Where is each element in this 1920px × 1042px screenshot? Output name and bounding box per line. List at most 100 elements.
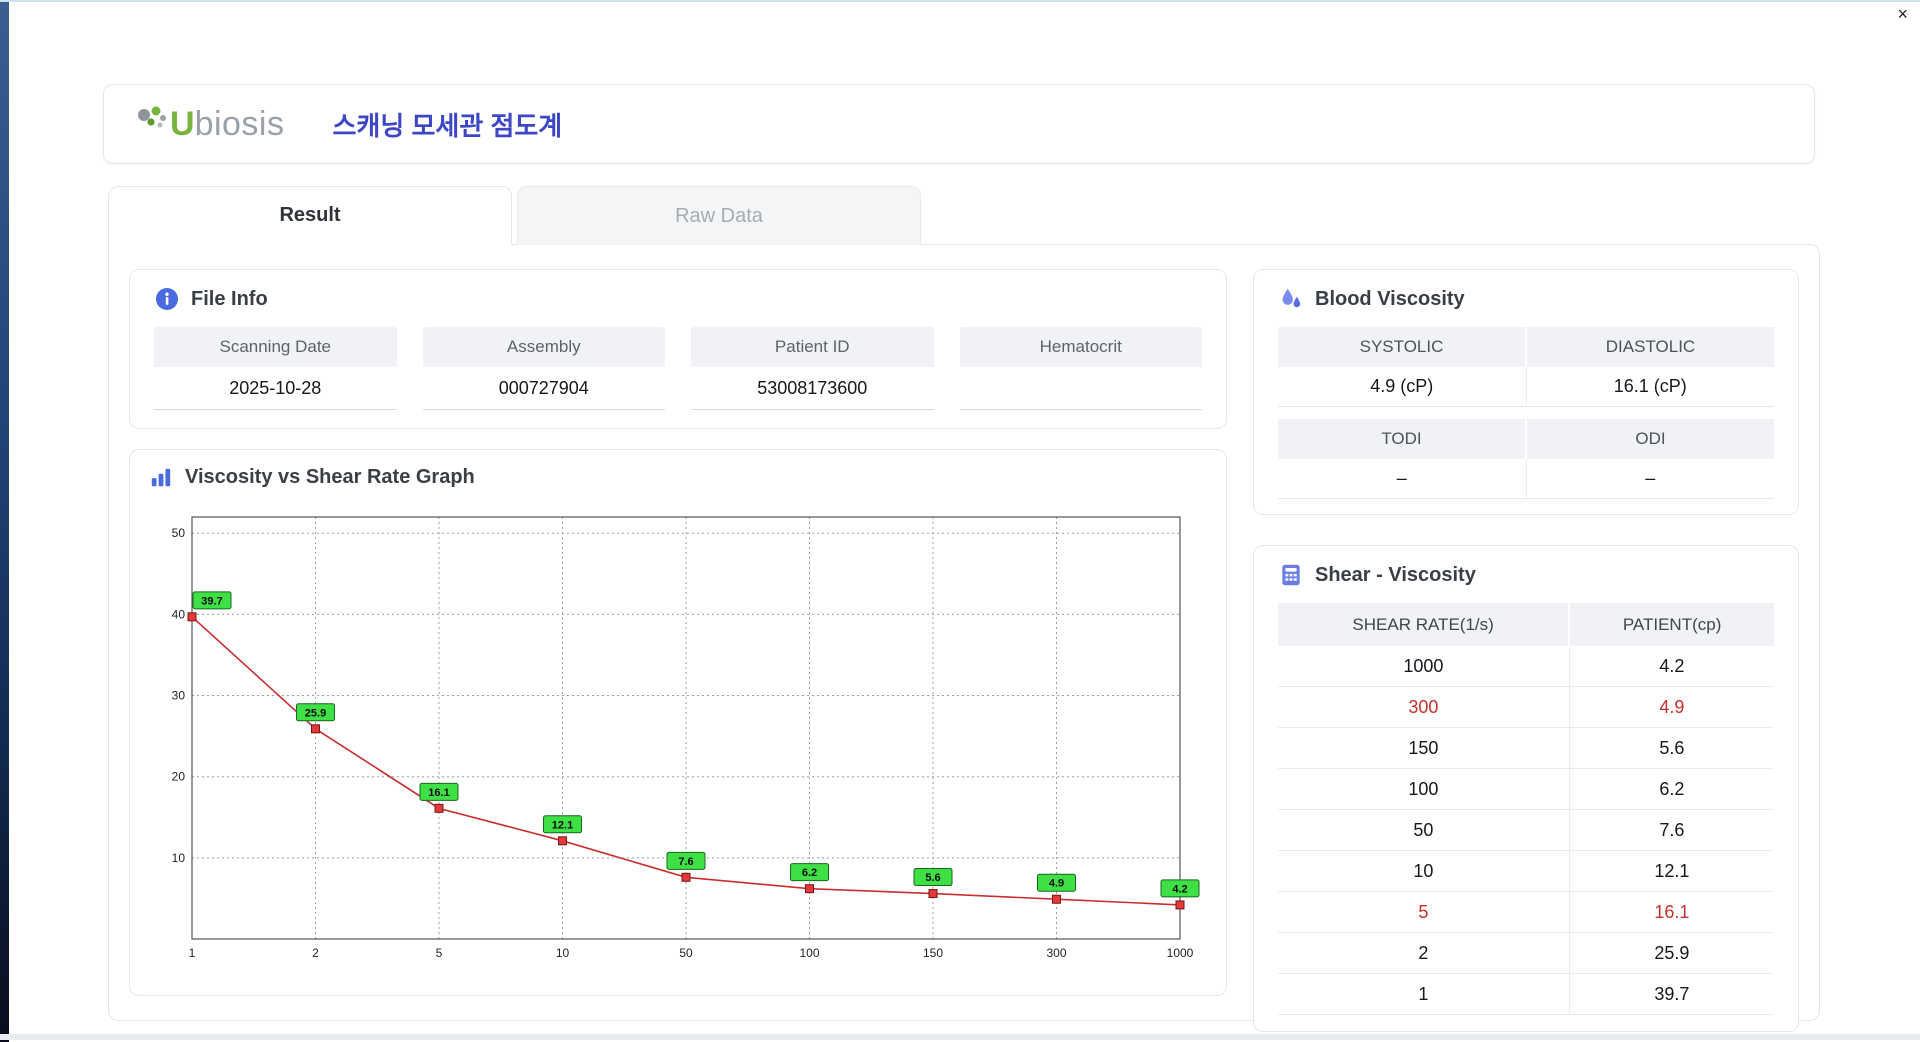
- cell-value: 7.6: [1568, 809, 1774, 851]
- svg-text:1: 1: [189, 946, 196, 960]
- cell-value: 5.6: [1568, 727, 1774, 769]
- shear-viscosity-table: SHEAR RATE(1/s) PATIENT(cp) 1000 4.2 300 4…: [1278, 603, 1774, 1015]
- svg-text:4.9: 4.9: [1049, 878, 1064, 890]
- viscosity-graph-card: Viscosity vs Shear Rate Graph 10 20 30 40 50…: [129, 449, 1227, 996]
- field-label: Patient ID: [691, 327, 934, 367]
- field-patient-id: Patient ID 53008173600: [691, 327, 934, 410]
- svg-text:5: 5: [436, 946, 443, 960]
- svg-text:4.2: 4.2: [1172, 883, 1187, 895]
- svg-text:300: 300: [1046, 946, 1066, 960]
- file-info-title: File Info: [191, 287, 268, 310]
- table-icon: [1282, 564, 1300, 586]
- bv-header-systolic: SYSTOLIC: [1278, 327, 1525, 367]
- svg-text:2: 2: [312, 946, 319, 960]
- file-info-card: File Info Scanning Date 2025-10-28 Assem…: [129, 269, 1227, 429]
- logo-text-biosis: biosis: [194, 104, 285, 143]
- svg-text:39.7: 39.7: [201, 595, 222, 607]
- bv-header-todi: TODI: [1278, 419, 1525, 459]
- cell-value: 12.1: [1568, 850, 1774, 892]
- cell-shear: 1: [1278, 973, 1570, 1015]
- field-value: 2025-10-28: [154, 367, 397, 410]
- cell-value: 4.9: [1568, 686, 1774, 728]
- left-column: File Info Scanning Date 2025-10-28 Assem…: [129, 269, 1227, 996]
- table-row: 150 5.6: [1278, 727, 1774, 769]
- cell-value: 4.2: [1568, 646, 1774, 687]
- svg-text:150: 150: [923, 946, 943, 960]
- cell-shear: 50: [1278, 809, 1570, 851]
- svg-text:25.9: 25.9: [305, 707, 326, 719]
- blood-viscosity-card: Blood Viscosity SYSTOLIC DIASTOLIC 4.9 (…: [1253, 269, 1799, 515]
- field-value: 53008173600: [691, 367, 934, 410]
- logo-text-u: U: [170, 104, 195, 143]
- bv-header-row-2: TODI ODI: [1278, 419, 1774, 459]
- cell-value: 25.9: [1568, 932, 1774, 974]
- field-label: Assembly: [422, 327, 665, 367]
- water-drops-icon: [1282, 288, 1301, 308]
- field-assembly: Assembly 000727904: [422, 327, 665, 410]
- cell-value: 16.1: [1568, 891, 1774, 933]
- graph-title: Viscosity vs Shear Rate Graph: [185, 465, 475, 488]
- blood-viscosity-title: Blood Viscosity: [1315, 287, 1465, 310]
- svg-text:50: 50: [172, 526, 186, 540]
- cell-shear: 150: [1278, 727, 1570, 769]
- cell-value: 39.7: [1568, 973, 1774, 1015]
- svg-text:6.2: 6.2: [802, 867, 817, 879]
- bv-value-row-1: 4.9 (cP) 16.1 (cP): [1278, 367, 1774, 407]
- cell-value: 6.2: [1568, 768, 1774, 810]
- cell-shear: 300: [1278, 686, 1570, 728]
- cell-shear: 1000: [1278, 646, 1570, 687]
- table-row: 100 6.2: [1278, 768, 1774, 810]
- tab-result[interactable]: Result: [108, 186, 512, 245]
- table-row: 10 12.1: [1278, 850, 1774, 892]
- bv-header-odi: ODI: [1525, 419, 1774, 459]
- column-shear-rate: SHEAR RATE(1/s): [1278, 603, 1570, 646]
- svg-text:10: 10: [556, 946, 570, 960]
- svg-text:100: 100: [799, 946, 819, 960]
- cell-shear: 5: [1278, 891, 1570, 933]
- close-icon[interactable]: ×: [1897, 5, 1908, 23]
- svg-text:30: 30: [172, 689, 186, 703]
- viscosity-shear-chart: 10 20 30 40 50 1 2 5 10 50 100 150 300 1000 39.7 25.9 16…: [172, 516, 1200, 960]
- right-column: Blood Viscosity SYSTOLIC DIASTOLIC 4.9 (…: [1253, 269, 1799, 1032]
- table-row: 2 25.9: [1278, 932, 1774, 974]
- table-row: 5 16.1: [1278, 891, 1774, 933]
- ubiosis-logo: Ubiosis: [134, 105, 285, 144]
- svg-text:10: 10: [172, 851, 186, 865]
- bv-value-row-2: – –: [1278, 459, 1774, 499]
- shear-viscosity-title: Shear - Viscosity: [1315, 563, 1476, 586]
- svg-text:20: 20: [172, 770, 186, 784]
- svg-text:16.1: 16.1: [428, 787, 449, 799]
- window-bottom-strip: [0, 1034, 1920, 1040]
- svg-text:12.1: 12.1: [552, 819, 573, 831]
- cell-shear: 100: [1278, 768, 1570, 810]
- svg-text:5.6: 5.6: [925, 872, 940, 884]
- ubiosis-logo-icon: [138, 106, 166, 128]
- tab-raw-data[interactable]: Raw Data: [517, 186, 921, 245]
- column-patient: PATIENT(cp): [1568, 603, 1774, 646]
- field-hematocrit: Hematocrit: [959, 327, 1202, 410]
- page-title: 스캐닝 모세관 점도계: [332, 110, 563, 141]
- result-panel: File Info Scanning Date 2025-10-28 Assem…: [108, 244, 1820, 1032]
- table-row: 1000 4.2: [1278, 646, 1774, 687]
- bv-value-todi: –: [1278, 459, 1526, 499]
- svg-text:50: 50: [679, 946, 693, 960]
- table-header-row: SHEAR RATE(1/s) PATIENT(cp): [1278, 603, 1774, 646]
- window-edge-strip: [0, 2, 9, 1042]
- svg-text:40: 40: [172, 607, 186, 621]
- table-row: 1 39.7: [1278, 973, 1774, 1015]
- cell-shear: 2: [1278, 932, 1570, 974]
- svg-text:7.6: 7.6: [678, 856, 693, 868]
- info-icon: [156, 288, 178, 310]
- bar-chart-icon: [151, 468, 171, 487]
- cell-shear: 10: [1278, 850, 1570, 892]
- bv-header-row-1: SYSTOLIC DIASTOLIC: [1278, 327, 1774, 367]
- bv-value-odi: –: [1525, 459, 1774, 499]
- table-row: 300 4.9: [1278, 686, 1774, 728]
- svg-text:1000: 1000: [1167, 946, 1194, 960]
- field-scanning-date: Scanning Date 2025-10-28: [154, 327, 397, 410]
- shear-viscosity-card: Shear - Viscosity SHEAR RATE(1/s) PATIEN…: [1253, 545, 1799, 1032]
- app-header: Ubiosis 스캐닝 모세관 점도계: [103, 84, 1815, 164]
- bv-header-diastolic: DIASTOLIC: [1525, 327, 1774, 367]
- bv-value-systolic: 4.9 (cP): [1278, 367, 1526, 407]
- field-value: [959, 367, 1202, 410]
